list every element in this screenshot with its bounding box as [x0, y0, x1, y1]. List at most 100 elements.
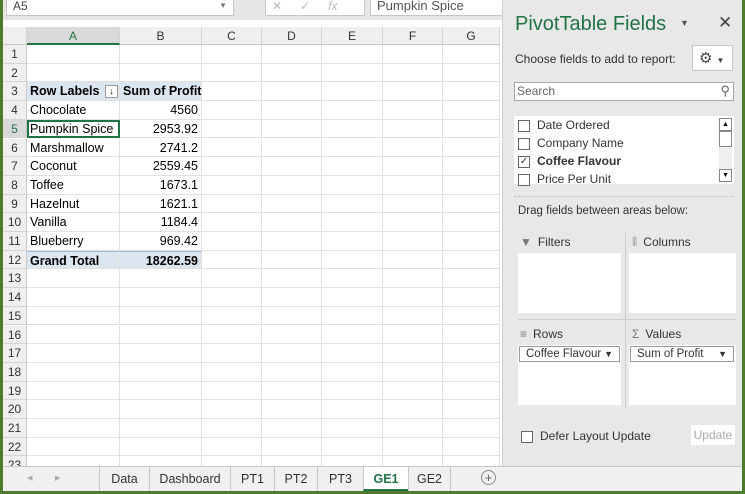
- cell[interactable]: [262, 138, 322, 158]
- pivot-row-label[interactable]: Hazelnut: [27, 194, 120, 214]
- cell[interactable]: [262, 82, 322, 102]
- cell[interactable]: [202, 138, 262, 158]
- cell[interactable]: [383, 157, 443, 176]
- scroll-left-icon[interactable]: ◂: [27, 471, 33, 484]
- rows-drop-area[interactable]: Coffee Flavour ▼: [518, 345, 621, 405]
- search-input[interactable]: Search ⚲: [514, 82, 734, 101]
- cell[interactable]: [120, 400, 202, 419]
- cell[interactable]: [262, 101, 322, 120]
- cell[interactable]: [443, 325, 500, 345]
- cell[interactable]: [202, 175, 262, 195]
- cell[interactable]: [262, 119, 322, 139]
- cell[interactable]: [262, 400, 322, 419]
- sheet-tab-dashboard[interactable]: Dashboard: [149, 467, 230, 491]
- cell[interactable]: [443, 157, 500, 176]
- cell[interactable]: [383, 325, 443, 345]
- row-header[interactable]: 8: [3, 175, 27, 195]
- cell[interactable]: [202, 419, 262, 438]
- row-header[interactable]: 15: [3, 306, 27, 326]
- cell[interactable]: [322, 101, 383, 120]
- cell[interactable]: [262, 269, 322, 289]
- cell[interactable]: [443, 45, 500, 64]
- cell[interactable]: [383, 344, 443, 363]
- cell[interactable]: [262, 157, 322, 176]
- columns-drop-area[interactable]: [629, 253, 736, 313]
- sheet-tab-pt2[interactable]: PT2: [274, 467, 317, 491]
- cell[interactable]: [202, 269, 262, 289]
- pivot-value[interactable]: 2953.92: [120, 119, 202, 139]
- column-header-F[interactable]: F: [383, 27, 443, 45]
- column-header-E[interactable]: E: [322, 27, 383, 45]
- field-item[interactable]: Price Per Unit: [516, 170, 734, 188]
- cell[interactable]: [443, 288, 500, 307]
- cell[interactable]: [322, 157, 383, 176]
- cell[interactable]: [27, 344, 120, 363]
- cell[interactable]: [262, 381, 322, 401]
- cell[interactable]: [202, 119, 262, 139]
- cell[interactable]: [322, 288, 383, 307]
- cell[interactable]: [262, 419, 322, 438]
- cell[interactable]: [202, 213, 262, 232]
- cell[interactable]: [27, 362, 120, 382]
- pivot-value[interactable]: 1184.4: [120, 213, 202, 232]
- cell[interactable]: [322, 306, 383, 326]
- cell[interactable]: [27, 400, 120, 419]
- cell[interactable]: [27, 306, 120, 326]
- cell[interactable]: [120, 288, 202, 307]
- cell[interactable]: [322, 119, 383, 139]
- cell[interactable]: [322, 325, 383, 345]
- row-header[interactable]: 1: [3, 45, 27, 64]
- cell[interactable]: [383, 213, 443, 232]
- cell[interactable]: [443, 400, 500, 419]
- pivot-row-label[interactable]: Coconut: [27, 157, 120, 176]
- grand-total-label[interactable]: Grand Total: [27, 250, 120, 270]
- values-drop-area[interactable]: Sum of Profit ▼: [629, 345, 736, 405]
- row-header[interactable]: 10: [3, 213, 27, 232]
- pivot-value[interactable]: 1621.1: [120, 194, 202, 214]
- cell[interactable]: [443, 119, 500, 139]
- cell[interactable]: [202, 437, 262, 457]
- cell[interactable]: [322, 63, 383, 83]
- cell[interactable]: [322, 138, 383, 158]
- cell[interactable]: [202, 82, 262, 102]
- cell[interactable]: [262, 288, 322, 307]
- cell[interactable]: [443, 250, 500, 270]
- cell[interactable]: [262, 362, 322, 382]
- row-header[interactable]: 7: [3, 157, 27, 176]
- cell[interactable]: [202, 325, 262, 345]
- update-button[interactable]: Update: [691, 425, 735, 445]
- row-header[interactable]: 16: [3, 325, 27, 345]
- row-header[interactable]: 4: [3, 101, 27, 120]
- cell[interactable]: [120, 269, 202, 289]
- scroll-right-icon[interactable]: ▸: [55, 471, 61, 484]
- grand-total-value[interactable]: 18262.59: [120, 250, 202, 270]
- cell[interactable]: [322, 381, 383, 401]
- cell[interactable]: [120, 344, 202, 363]
- cell[interactable]: [443, 101, 500, 120]
- cell[interactable]: [383, 82, 443, 102]
- cell[interactable]: [443, 175, 500, 195]
- row-header[interactable]: 11: [3, 232, 27, 251]
- cell[interactable]: [443, 194, 500, 214]
- sheet-tab-pt1[interactable]: PT1: [230, 467, 274, 491]
- cell[interactable]: [120, 63, 202, 83]
- cell[interactable]: [262, 437, 322, 457]
- cell[interactable]: [322, 269, 383, 289]
- column-header-B[interactable]: B: [120, 27, 202, 45]
- checked-checkbox[interactable]: ✓: [518, 155, 530, 168]
- checkbox[interactable]: [518, 137, 530, 150]
- checkbox[interactable]: [518, 119, 530, 132]
- cell[interactable]: [383, 175, 443, 195]
- cell[interactable]: [262, 213, 322, 232]
- cell[interactable]: [202, 344, 262, 363]
- cell[interactable]: [202, 400, 262, 419]
- scroll-up-icon[interactable]: ▲: [719, 118, 732, 131]
- cell[interactable]: [443, 362, 500, 382]
- row-header[interactable]: 9: [3, 194, 27, 214]
- row-header[interactable]: 6: [3, 138, 27, 158]
- cell[interactable]: [27, 269, 120, 289]
- cell[interactable]: [202, 381, 262, 401]
- row-header[interactable]: 14: [3, 288, 27, 307]
- cell[interactable]: [322, 213, 383, 232]
- pivot-row-label[interactable]: Chocolate: [27, 101, 120, 120]
